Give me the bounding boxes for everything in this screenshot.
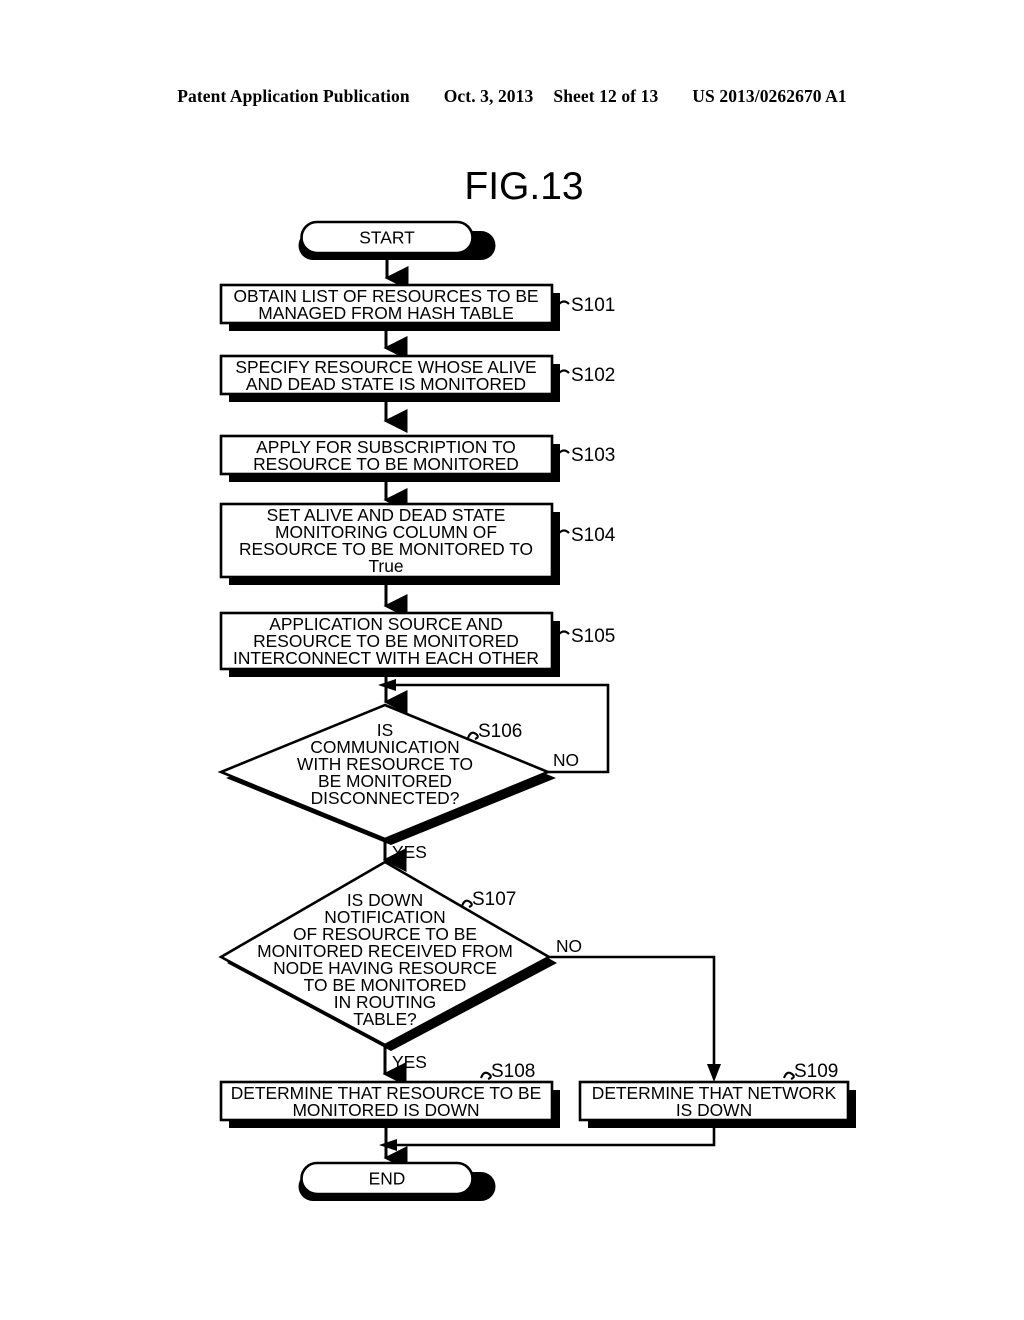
s109-line-2: IS DOWN [676,1100,752,1120]
s102-tag-tilde-icon [558,369,570,374]
s108-tag-hook-icon [480,1071,492,1080]
process-box-s105: APPLICATION SOURCE AND RESOURCE TO BE MO… [219,611,560,677]
s102-tag: S102 [571,365,615,386]
s101-line-2: MANAGED FROM HASH TABLE [258,303,513,323]
s106-yes-label: YES [392,842,427,862]
s103-line-2: RESOURCE TO BE MONITORED [253,454,519,474]
s107-tag: S107 [472,889,516,910]
s106-no-label: NO [553,750,579,770]
process-box-s109: DETERMINE THAT NETWORK IS DOWN [578,1080,856,1128]
s106-tag: S106 [478,721,522,742]
process-box-s103: APPLY FOR SUBSCRIPTION TO RESOURCE TO BE… [219,434,560,482]
s104-line-4: True [368,556,403,576]
end-label: END [369,1169,406,1189]
s108-tag: S108 [491,1061,535,1082]
terminator-end: END [298,1161,496,1201]
s105-tag: S105 [571,626,615,647]
s104-tag: S104 [571,525,616,546]
s109-tag: S109 [794,1061,838,1082]
patent-page: Patent Application Publication Oct. 3, 20… [0,0,1024,1320]
s107-no-label: NO [556,936,582,956]
process-box-s102: SPECIFY RESOURCE WHOSE ALIVE AND DEAD ST… [219,354,560,402]
figure-13: FIG.13 START OBTAIN LIST OF RESOURCES TO… [0,0,1024,1320]
s107-yes-label: YES [392,1052,427,1072]
s103-tag: S103 [571,445,615,466]
process-box-s108: DETERMINE THAT RESOURCE TO BE MONITORED … [219,1080,560,1128]
s106-tag-hook-icon [467,731,479,740]
s108-line-2: MONITORED IS DOWN [292,1100,479,1120]
merge-arrowhead-icon [379,1139,397,1151]
s106-line-5: DISCONNECTED? [311,788,460,808]
terminator-start: START [298,220,496,260]
s102-line-2: AND DEAD STATE IS MONITORED [246,374,526,394]
process-box-s101: OBTAIN LIST OF RESOURCES TO BE MANAGED F… [219,283,560,331]
s101-tag: S101 [571,295,615,316]
connector-s107-no-to-s109 [549,955,716,1072]
s103-tag-tilde-icon [558,449,570,454]
s109-tag-hook-icon [783,1071,795,1080]
figure-title: FIG.13 [464,165,583,208]
s105-tag-tilde-icon [558,630,570,635]
s105-line-3: INTERCONNECT WITH EACH OTHER [233,648,539,668]
process-box-s104: SET ALIVE AND DEAD STATE MONITORING COLU… [219,502,560,585]
s107-line-8: TABLE? [353,1009,417,1029]
start-label: START [359,228,415,248]
flowchart-svg: FIG.13 START OBTAIN LIST OF RESOURCES TO… [217,165,856,1201]
s104-tag-tilde-icon [558,529,570,534]
s109-entry-arrowhead-icon [707,1064,721,1082]
s101-tag-tilde-icon [558,300,570,305]
